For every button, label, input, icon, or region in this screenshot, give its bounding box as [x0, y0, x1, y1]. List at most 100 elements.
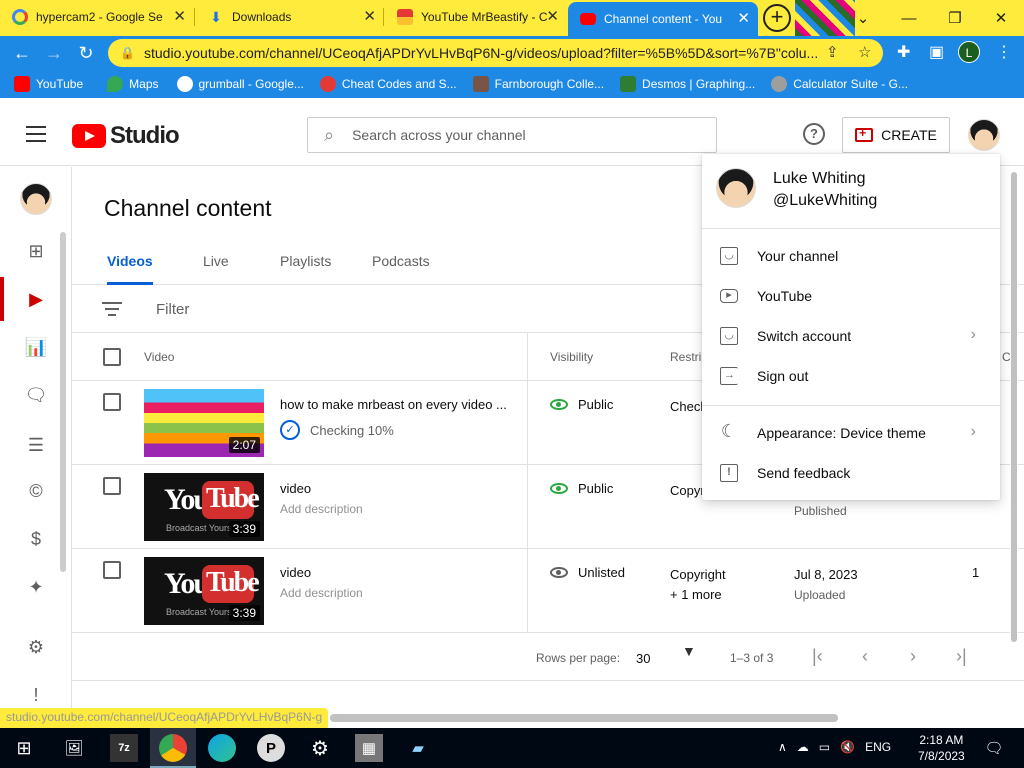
column-restrictions[interactable]: Restri [670, 350, 701, 364]
visibility-cell[interactable]: Unlisted [550, 565, 625, 580]
close-tab-icon[interactable]: ✕ [363, 9, 376, 25]
tab-playlists[interactable]: Playlists [280, 253, 331, 285]
bookmark-maps[interactable]: Maps [107, 76, 159, 92]
settings-gear-icon[interactable]: ⚙ [306, 734, 334, 762]
previous-page-icon[interactable]: ‹ [862, 646, 868, 667]
video-thumbnail[interactable]: You Tube Broadcast Yours 3:39 [144, 557, 264, 625]
url-text[interactable]: studio.youtube.com/channel/UCeoqAfjAPDrY… [144, 45, 824, 61]
visibility-cell[interactable]: Public [550, 397, 613, 412]
row-checkbox[interactable] [103, 561, 121, 579]
bookmark-desmos[interactable]: Desmos | Graphing... [620, 76, 755, 92]
browser-tab-channel-content[interactable]: Channel content - You ✕ [568, 2, 758, 36]
sidebar-scrollbar[interactable] [60, 232, 66, 572]
menu-item-send-feedback[interactable]: ! Send feedback [702, 453, 1000, 493]
channel-avatar[interactable] [20, 183, 52, 215]
bookmark-grumball[interactable]: grumball - Google... [176, 76, 304, 92]
menu-item-sign-out[interactable]: → Sign out [702, 356, 1000, 396]
volume-muted-icon[interactable]: 🔇 [840, 740, 855, 754]
rows-per-page-select[interactable]: 30 [636, 651, 650, 666]
analytics-icon[interactable]: 📊 [24, 335, 48, 359]
table-row[interactable]: You Tube Broadcast Yours 3:39 video Add … [72, 549, 1024, 633]
windows-start-icon[interactable]: ⊞ [10, 734, 38, 762]
video-title[interactable]: how to make mrbeast on every video ... [280, 397, 510, 412]
reload-icon[interactable]: ↻ [74, 41, 98, 65]
dropdown-caret-icon[interactable]: ▼ [682, 643, 696, 659]
forward-icon[interactable]: → [42, 41, 66, 65]
studio-logo[interactable]: Studio [72, 122, 180, 150]
last-page-icon[interactable]: ›| [956, 646, 967, 667]
help-icon[interactable]: ? [803, 123, 825, 145]
back-icon[interactable]: ← [10, 41, 34, 65]
content-icon[interactable]: ▶ [24, 287, 48, 311]
close-tab-icon[interactable]: ✕ [546, 9, 559, 25]
video-description[interactable]: Add description [280, 502, 363, 516]
bookmark-youtube[interactable]: YouTube [14, 76, 83, 92]
tab-podcasts[interactable]: Podcasts [372, 253, 430, 285]
tab-live[interactable]: Live [203, 253, 229, 285]
restore-icon[interactable]: ❐ [932, 0, 978, 36]
hamburger-menu-icon[interactable] [26, 126, 46, 142]
select-all-checkbox[interactable] [103, 348, 121, 366]
bookmark-calculator-suite[interactable]: Calculator Suite - G... [771, 76, 908, 92]
dashboard-icon[interactable]: ⊞ [24, 239, 48, 263]
file-app-icon[interactable]: ▰ [404, 734, 432, 762]
row-checkbox[interactable] [103, 477, 121, 495]
menu-item-switch-account[interactable]: ◡ Switch account › [702, 316, 1000, 356]
create-button[interactable]: CREATE [842, 117, 950, 153]
video-title[interactable]: video [280, 481, 510, 496]
notifications-icon[interactable]: 🗨 [980, 734, 1008, 762]
tab-search-icon[interactable]: ⌄ [840, 0, 886, 36]
share-icon[interactable]: ⇪ [826, 43, 839, 61]
photos-app-icon[interactable]: 🖼 [60, 734, 88, 762]
browser-tab-downloads[interactable]: ⬇ Downloads ✕ [196, 0, 384, 34]
close-tab-icon[interactable]: ✕ [737, 11, 750, 27]
hypercam-app-icon[interactable]: ▦ [355, 734, 383, 762]
copyright-icon[interactable]: © [24, 479, 48, 503]
settings-gear-icon[interactable]: ⚙ [24, 635, 48, 659]
new-tab-button[interactable]: + [763, 4, 791, 32]
horizontal-scrollbar[interactable] [330, 714, 838, 722]
next-page-icon[interactable]: › [910, 646, 916, 667]
minimize-icon[interactable]: — [886, 0, 932, 36]
extensions-icon[interactable]: ✚ [897, 42, 910, 62]
close-tab-icon[interactable]: ✕ [173, 9, 186, 25]
filter-input[interactable]: Filter [156, 301, 189, 318]
video-thumbnail[interactable]: 2:07 [144, 389, 264, 457]
row-checkbox[interactable] [103, 393, 121, 411]
filter-icon[interactable] [102, 302, 122, 320]
channel-search-input[interactable] [352, 127, 673, 143]
first-page-icon[interactable]: |‹ [812, 646, 823, 667]
menu-item-your-channel[interactable]: ◡ Your channel [702, 236, 1000, 276]
language-indicator[interactable]: ENG [865, 740, 891, 754]
main-scrollbar[interactable] [1010, 172, 1018, 652]
earn-icon[interactable]: $ [24, 527, 48, 551]
7zip-app-icon[interactable]: 7z [110, 734, 138, 762]
menu-kebab-icon[interactable]: ⋮ [996, 42, 1012, 62]
customization-icon[interactable]: ✦ [24, 575, 48, 599]
tab-videos[interactable]: Videos [107, 253, 153, 285]
menu-item-youtube[interactable]: ▸ YouTube [702, 276, 1000, 316]
omnibox[interactable]: 🔒 studio.youtube.com/channel/UCeoqAfjAPD… [108, 39, 883, 67]
browser-tab-mrbeastify[interactable]: YouTube MrBeastify - C ✕ [385, 0, 567, 34]
subtitles-icon[interactable]: ☰ [24, 433, 48, 457]
video-title[interactable]: video [280, 565, 510, 580]
bookmark-star-icon[interactable]: ☆ [858, 43, 871, 61]
channel-search-box[interactable]: ⌕ [307, 117, 717, 153]
edge-app-icon[interactable] [208, 734, 236, 762]
visibility-cell[interactable]: Public [550, 481, 613, 496]
browser-tab-google[interactable]: hypercam2 - Google Se ✕ [0, 0, 194, 34]
feedback-icon[interactable]: ! [24, 683, 48, 707]
side-panel-icon[interactable]: ▣ [929, 42, 944, 62]
lock-icon[interactable]: 🔒 [120, 46, 135, 60]
video-thumbnail[interactable]: You Tube Broadcast Yours 3:39 [144, 473, 264, 541]
video-description[interactable]: Add description [280, 586, 363, 600]
taskbar-clock[interactable]: 2:18 AM 7/8/2023 [918, 732, 965, 764]
bookmark-cheat-codes[interactable]: Cheat Codes and S... [319, 76, 457, 92]
comments-icon[interactable]: 🗨 [24, 383, 48, 407]
profile-avatar[interactable]: L [958, 41, 980, 63]
menu-item-appearance[interactable]: ☾ Appearance: Device theme › [702, 413, 1000, 453]
close-window-icon[interactable]: ✕ [978, 0, 1024, 36]
network-icon[interactable]: ▭ [819, 740, 830, 754]
chrome-app-icon[interactable] [159, 734, 187, 762]
bookmark-farnborough[interactable]: Farnborough Colle... [472, 76, 604, 92]
